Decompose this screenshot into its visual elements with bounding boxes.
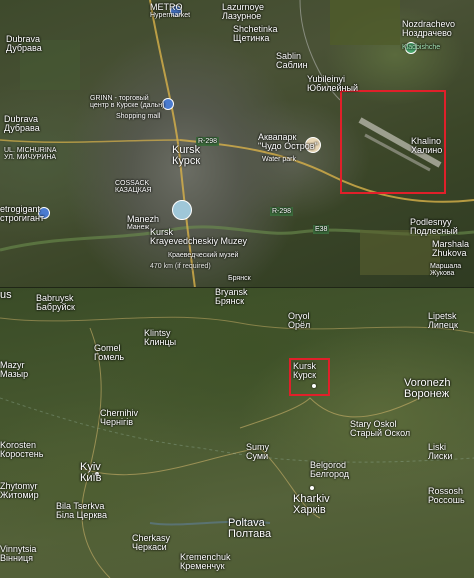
place-water-park: Water park xyxy=(262,156,296,163)
place-lazurnoye[interactable]: Lazurnoye Лазурное xyxy=(222,3,264,21)
place-vinnytsia[interactable]: Vinnytsia Вінниця xyxy=(0,545,36,563)
place-ul-michurina[interactable]: UL. MICHURINA УЛ. МИЧУРИНА xyxy=(4,147,57,161)
place-mazyr[interactable]: Mazyr Мазыр xyxy=(0,361,28,379)
museum-icon[interactable] xyxy=(172,200,192,220)
distance-label: 470 km (if required) xyxy=(150,263,211,270)
place-bryansk[interactable]: Bryansk Брянск xyxy=(215,288,248,306)
place-yubileynyi[interactable]: Yubileinyi Юбилейный xyxy=(307,75,358,93)
place-kursk-museum[interactable]: Kursk Krayevedcheskiy Muzey xyxy=(150,228,247,246)
place-lipetsk[interactable]: Lipetsk Липецк xyxy=(428,312,458,330)
place-zhytomyr[interactable]: Zhytomyr Житомир xyxy=(0,482,39,500)
place-orel[interactable]: Oryol Орёл xyxy=(288,312,310,330)
place-kremenchuk[interactable]: Kremenchuk Кременчук xyxy=(180,553,231,571)
place-kursk[interactable]: Kursk Курск xyxy=(293,362,316,380)
place-korosten[interactable]: Korosten Коростень xyxy=(0,441,43,459)
place-dubrava-2[interactable]: Dubrava Дубрава xyxy=(4,115,40,133)
field xyxy=(330,0,400,45)
place-cossack: COSSACK КАЗАЦКАЯ xyxy=(115,180,152,194)
place-liski[interactable]: Liski Лиски xyxy=(428,443,452,461)
place-sablin[interactable]: Sablin Саблин xyxy=(276,52,308,70)
region-overview-map[interactable]: Babruysk Бабруйск Bryansk Брянск Oryol Орёл… xyxy=(0,288,474,578)
kursk-closeup-map[interactable]: R-298 R-298 E38 METRO Hypermarket Lazurno… xyxy=(0,0,474,288)
road xyxy=(79,447,321,519)
field xyxy=(360,230,440,275)
place-kursk-city[interactable]: Kursk Курск xyxy=(172,145,200,167)
place-dubrava[interactable]: Dubrava Дубрава xyxy=(6,35,42,53)
place-metro[interactable]: METRO Hypermarket xyxy=(150,3,190,20)
place-marshala[interactable]: Marshala Zhukova xyxy=(432,240,469,258)
road-west xyxy=(0,139,181,143)
place-poltava[interactable]: Poltava Полтава xyxy=(228,518,271,540)
place-belgorod[interactable]: Belgorod Белгород xyxy=(310,461,349,479)
place-rossosh[interactable]: Rossosh Россошь xyxy=(428,487,465,505)
place-marshala-ru: Маршала Жукова xyxy=(430,263,462,277)
place-cherkasy[interactable]: Cherkasy Черкаси xyxy=(132,534,170,552)
place-akvapark[interactable]: Аквапарк "Чудо Остров" xyxy=(258,133,318,151)
place-museum-ru: Краеведческий музей xyxy=(168,252,239,259)
place-kyiv[interactable]: Kyiv Київ xyxy=(80,462,101,484)
place-bila-tserkva[interactable]: Bila Tserkva Біла Церква xyxy=(56,502,107,520)
road xyxy=(81,327,111,578)
place-babruysk[interactable]: Babruysk Бабруйск xyxy=(36,294,75,312)
place-etrogigant[interactable]: etrogigant строгигант xyxy=(0,205,44,223)
place-podlesnyy[interactable]: Podlesnyy Подлесный xyxy=(410,218,458,236)
place-stary-oskol[interactable]: Stary Oskol Старый Оскол xyxy=(350,420,410,438)
place-klintsy[interactable]: Klintsy Клинцы xyxy=(144,329,176,347)
place-chernihiv[interactable]: Chernihiv Чернігів xyxy=(100,409,138,427)
place-voronezh[interactable]: Voronezh Воронеж xyxy=(404,378,450,400)
place-nozdrachevo[interactable]: Nozdrachevo Ноздрачево xyxy=(402,20,455,38)
place-shchetinka[interactable]: Shchetinka Щетинка xyxy=(233,25,278,43)
place-khalino[interactable]: Khalino Халино xyxy=(411,137,442,155)
place-shopping-mall: Shopping mall xyxy=(116,113,161,120)
road-shield-r298-2: R-298 xyxy=(270,207,294,216)
place-grinn[interactable]: GRINN - торговый центр в Курске (дальн) xyxy=(90,95,165,109)
kursk-dot xyxy=(312,384,316,388)
kharkiv-dot xyxy=(310,486,314,490)
place-bryansk-top: Брянск xyxy=(228,275,251,282)
place-sumy[interactable]: Sumy Суми xyxy=(246,443,269,461)
place-kharkiv[interactable]: Kharkiv Харків xyxy=(293,494,330,516)
place-us: us xyxy=(0,289,12,301)
road xyxy=(0,316,474,334)
road-shield-e38: E38 xyxy=(313,225,330,234)
place-gomel[interactable]: Gomel Гомель xyxy=(94,344,124,362)
place-kladbishche[interactable]: Kladbishche xyxy=(402,44,440,51)
